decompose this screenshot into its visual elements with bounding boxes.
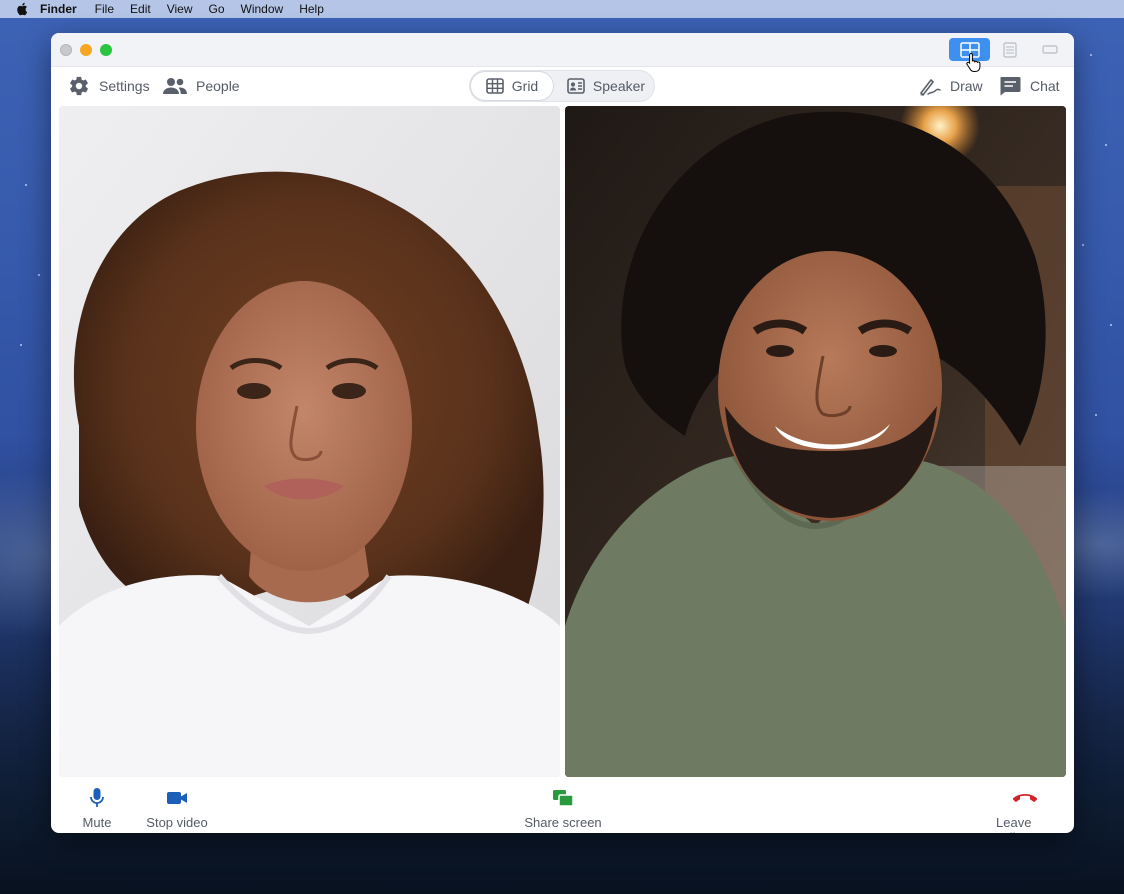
participant-2-picture <box>565 106 1066 777</box>
phone-hangup-icon <box>1012 794 1038 802</box>
grid-icon <box>485 78 504 94</box>
window-minimize-button[interactable] <box>80 44 92 56</box>
stop-video-button[interactable]: Stop video <box>146 787 208 830</box>
apple-icon[interactable] <box>16 2 30 16</box>
menubar-item-help[interactable]: Help <box>299 2 324 16</box>
share-screen-button[interactable]: Share screen <box>523 787 603 830</box>
tab-speaker[interactable]: Speaker <box>560 72 652 100</box>
menubar-app-name[interactable]: Finder <box>40 2 77 16</box>
pen-icon <box>920 79 941 96</box>
list-layout-icon <box>1003 41 1017 58</box>
layout-mini-button[interactable] <box>1039 38 1061 61</box>
menubar-item-window[interactable]: Window <box>241 2 284 16</box>
chat-label: Chat <box>1030 78 1060 94</box>
menubar-item-file[interactable]: File <box>95 2 114 16</box>
menubar-item-go[interactable]: Go <box>209 2 225 16</box>
video-grid <box>59 106 1066 777</box>
system-menubar: Finder File Edit View Go Window Help <box>0 0 1124 18</box>
tab-grid-label: Grid <box>511 78 539 94</box>
share-screen-icon <box>553 790 574 807</box>
menubar-item-view[interactable]: View <box>167 2 193 16</box>
window-titlebar <box>51 33 1074 67</box>
mouse-pointer-icon <box>966 52 982 77</box>
people-icon <box>163 78 187 94</box>
view-mode-switch: Grid Speaker <box>469 70 655 102</box>
window-close-button[interactable] <box>60 44 72 56</box>
gear-icon <box>70 76 88 96</box>
draw-label: Draw <box>950 78 983 94</box>
participant-1-picture <box>59 106 560 777</box>
leave-call-button[interactable]: Leave call <box>996 787 1054 833</box>
window-maximize-button[interactable] <box>100 44 112 56</box>
call-controls: Mute Stop video Share screen Leave <box>51 777 1074 833</box>
mute-label: Mute <box>82 815 112 830</box>
share-screen-label: Share screen <box>524 815 602 830</box>
call-toolbar: Settings People Grid Speaker Draw Chat <box>51 67 1074 105</box>
layout-list-button[interactable] <box>999 38 1021 61</box>
stop-video-label: Stop video <box>146 815 208 830</box>
participant-video-1[interactable] <box>59 106 560 777</box>
tab-speaker-label: Speaker <box>592 78 646 94</box>
menubar-item-edit[interactable]: Edit <box>130 2 151 16</box>
speaker-view-icon <box>567 78 585 94</box>
settings-label: Settings <box>99 78 150 94</box>
microphone-icon <box>90 788 104 807</box>
video-call-window: Settings People Grid Speaker Draw Chat M… <box>51 33 1074 833</box>
video-camera-icon <box>167 792 187 804</box>
people-button[interactable]: People <box>163 67 240 105</box>
mute-button[interactable]: Mute <box>81 787 113 830</box>
participant-video-2[interactable] <box>565 106 1066 777</box>
tab-grid[interactable]: Grid <box>471 72 553 100</box>
mini-layout-icon <box>1042 44 1058 54</box>
chat-button[interactable]: Chat <box>999 67 1060 105</box>
chat-bubble-icon <box>1000 77 1021 96</box>
leave-call-label: Leave call <box>996 815 1032 833</box>
people-label: People <box>196 78 240 94</box>
settings-button[interactable]: Settings <box>68 67 150 105</box>
